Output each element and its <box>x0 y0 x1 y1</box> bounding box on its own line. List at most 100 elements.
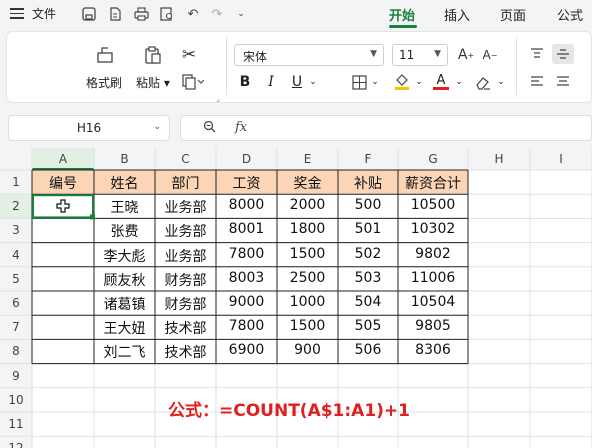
paste-icon[interactable] <box>142 44 164 66</box>
increase-font-icon[interactable]: A + <box>456 45 476 65</box>
row-header-7[interactable]: 7 <box>0 320 32 334</box>
table-cell[interactable]: 6900 <box>216 342 277 358</box>
table-cell[interactable]: 505 <box>338 318 398 334</box>
redo-icon[interactable]: ↷ <box>208 5 226 23</box>
table-cell[interactable]: 张费 <box>94 221 155 241</box>
table-cell[interactable]: 2000 <box>277 197 338 213</box>
chevron-down-icon[interactable]: ⌄ <box>302 72 324 92</box>
decrease-font-icon[interactable]: A − <box>480 45 500 65</box>
cut-icon[interactable]: ✂ <box>178 44 200 66</box>
row-header-1[interactable]: 1 <box>0 175 32 189</box>
table-header-cell[interactable]: 补贴 <box>338 173 398 193</box>
table-cell[interactable]: 1500 <box>277 246 338 262</box>
name-box[interactable]: H16 ⌄ <box>8 115 170 141</box>
bold-icon[interactable]: B <box>234 72 256 92</box>
formula-bar[interactable]: fx <box>180 115 592 141</box>
table-cell[interactable]: 9000 <box>216 294 277 310</box>
column-header-b[interactable]: B <box>94 152 155 166</box>
align-middle-icon[interactable] <box>552 44 574 64</box>
insert-function-icon[interactable]: fx <box>235 120 247 135</box>
tab-home[interactable]: 开始 <box>389 5 415 24</box>
column-header-a[interactable]: A <box>32 152 94 166</box>
column-header-c[interactable]: C <box>155 152 216 166</box>
column-header-h[interactable]: H <box>468 152 530 166</box>
table-cell[interactable]: 8000 <box>216 197 277 213</box>
table-header-cell[interactable]: 编号 <box>32 173 94 193</box>
table-cell[interactable]: 8001 <box>216 221 277 237</box>
table-cell[interactable]: 10500 <box>398 197 468 213</box>
table-cell[interactable]: 刘二飞 <box>94 342 155 362</box>
font-size-select[interactable]: 11 ▼ <box>392 44 448 66</box>
zoom-icon[interactable] <box>203 120 216 137</box>
table-cell[interactable]: 503 <box>338 270 398 286</box>
table-cell[interactable]: 9805 <box>398 318 468 334</box>
export-pdf-icon[interactable] <box>106 5 124 23</box>
print-icon[interactable] <box>132 5 150 23</box>
table-cell[interactable]: 504 <box>338 294 398 310</box>
table-cell[interactable]: 财务部 <box>155 294 216 314</box>
table-cell[interactable]: 1500 <box>277 318 338 334</box>
copy-icon[interactable] <box>180 72 206 92</box>
table-cell[interactable]: 8003 <box>216 270 277 286</box>
table-cell[interactable]: 李大彪 <box>94 246 155 266</box>
table-cell[interactable]: 500 <box>338 197 398 213</box>
table-cell[interactable]: 财务部 <box>155 270 216 290</box>
print-preview-icon[interactable] <box>158 5 176 23</box>
table-cell[interactable]: 8306 <box>398 342 468 358</box>
column-header-d[interactable]: D <box>216 152 277 166</box>
row-header-10[interactable]: 10 <box>0 393 32 407</box>
column-header-e[interactable]: E <box>277 152 338 166</box>
table-cell[interactable]: 2500 <box>277 270 338 286</box>
chevron-down-icon[interactable]: ⌄ <box>232 5 250 23</box>
column-header-g[interactable]: G <box>398 152 468 166</box>
table-header-cell[interactable]: 奖金 <box>277 173 338 193</box>
align-left-icon[interactable] <box>528 74 546 90</box>
chevron-down-icon[interactable]: ⌄ <box>364 72 386 92</box>
font-name-select[interactable]: 宋体 ▼ <box>234 44 384 66</box>
tab-insert[interactable]: 插入 <box>444 5 470 24</box>
row-header-3[interactable]: 3 <box>0 223 32 237</box>
chevron-down-icon[interactable]: ⌄ <box>490 72 512 92</box>
table-cell[interactable]: 900 <box>277 342 338 358</box>
table-cell[interactable]: 业务部 <box>155 246 216 266</box>
table-cell[interactable]: 501 <box>338 221 398 237</box>
chevron-down-icon[interactable]: ⌄ <box>448 72 470 92</box>
table-cell[interactable]: 技术部 <box>155 318 216 338</box>
table-header-cell[interactable]: 姓名 <box>94 173 155 193</box>
table-header-cell[interactable]: 薪资合计 <box>398 173 468 193</box>
table-cell[interactable]: 顾友秋 <box>94 270 155 290</box>
table-cell[interactable]: 1800 <box>277 221 338 237</box>
table-cell[interactable]: 502 <box>338 246 398 262</box>
format-painter-button[interactable]: 格式刷 <box>86 74 122 91</box>
table-cell[interactable]: 王大妞 <box>94 318 155 338</box>
tab-formulas[interactable]: 公式 <box>557 5 583 24</box>
hamburger-menu-icon[interactable] <box>10 8 24 20</box>
row-header-8[interactable]: 8 <box>0 344 32 358</box>
table-cell[interactable]: 11006 <box>398 270 468 286</box>
table-cell[interactable]: 9802 <box>398 246 468 262</box>
chevron-down-icon[interactable]: ⌄ <box>408 72 430 92</box>
table-cell[interactable]: 10302 <box>398 221 468 237</box>
row-header-12[interactable]: 12 <box>0 441 32 448</box>
clipboard-expand-icon[interactable]: ⌟ <box>214 94 222 103</box>
table-cell[interactable]: 业务部 <box>155 221 216 241</box>
table-header-cell[interactable]: 部门 <box>155 173 216 193</box>
table-cell[interactable]: 业务部 <box>155 197 216 217</box>
table-cell[interactable]: 1000 <box>277 294 338 310</box>
align-center-icon[interactable] <box>554 74 572 90</box>
undo-icon[interactable]: ↶ <box>184 5 202 23</box>
table-cell[interactable]: 王晓 <box>94 197 155 217</box>
align-top-icon[interactable] <box>528 46 546 62</box>
format-painter-icon[interactable] <box>94 44 116 66</box>
table-cell[interactable]: 7800 <box>216 246 277 262</box>
table-cell[interactable]: 506 <box>338 342 398 358</box>
table-cell[interactable]: 7800 <box>216 318 277 334</box>
italic-icon[interactable]: I <box>260 72 282 92</box>
file-menu[interactable]: 文件 <box>32 5 56 22</box>
column-header-f[interactable]: F <box>338 152 398 166</box>
table-header-cell[interactable]: 工资 <box>216 173 277 193</box>
row-header-4[interactable]: 4 <box>0 248 32 262</box>
row-header-6[interactable]: 6 <box>0 296 32 310</box>
row-header-9[interactable]: 9 <box>0 369 32 383</box>
column-header-i[interactable]: I <box>530 152 592 166</box>
